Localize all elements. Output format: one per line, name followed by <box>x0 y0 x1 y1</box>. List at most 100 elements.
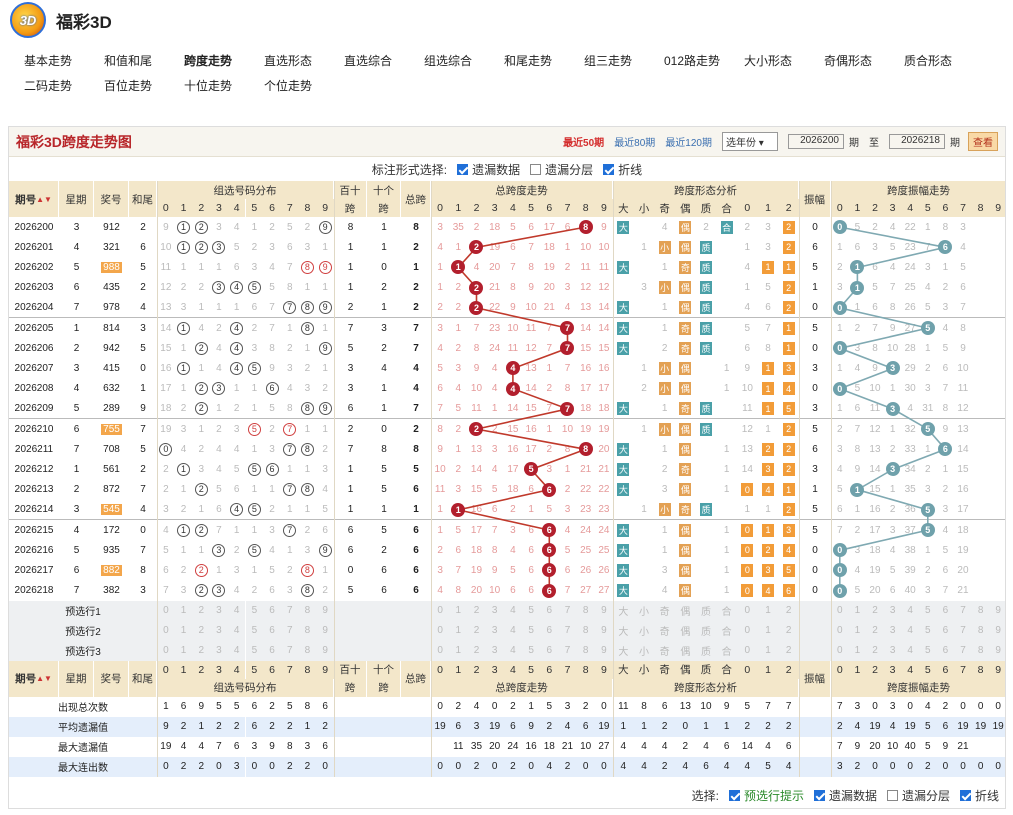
nav-item[interactable]: 奇偶形态 <box>824 52 904 77</box>
pred-zf[interactable]: 5 <box>919 620 937 641</box>
pred-zf[interactable]: 9 <box>989 620 1005 641</box>
pred-zk[interactable]: 1 <box>449 640 468 661</box>
pred-zu[interactable]: 8 <box>298 600 317 621</box>
pred-zu[interactable]: 3 <box>210 620 228 641</box>
nav-item[interactable]: 个位走势 <box>264 77 344 102</box>
pred-zu[interactable]: 7 <box>280 600 299 621</box>
pred-zu[interactable]: 0 <box>157 640 175 661</box>
pred-zk[interactable]: 4 <box>503 620 522 641</box>
pred-zf[interactable]: 2 <box>866 640 884 661</box>
nav-item[interactable]: 直选形态 <box>264 52 344 77</box>
pred-xt[interactable]: 小 <box>633 640 655 661</box>
pred-zu[interactable]: 3 <box>210 640 228 661</box>
pred-zu[interactable]: 5 <box>245 600 264 621</box>
pred-zk[interactable]: 7 <box>558 600 577 621</box>
foot-miss-layer-checkbox[interactable] <box>886 789 898 801</box>
pred-zu[interactable]: 7 <box>280 620 299 641</box>
pred-xt[interactable]: 小 <box>633 600 655 621</box>
pred-zu[interactable]: 5 <box>245 640 264 661</box>
pred-xt[interactable]: 1 <box>757 640 779 661</box>
miss-layer-checkbox[interactable] <box>530 163 542 175</box>
pred-xt[interactable]: 合 <box>716 620 737 641</box>
pred-zk[interactable]: 6 <box>540 600 559 621</box>
pred-zf[interactable]: 6 <box>936 600 955 621</box>
pred-zu[interactable]: 9 <box>316 640 334 661</box>
pred-zu[interactable]: 4 <box>227 620 246 641</box>
pred-zf[interactable]: 9 <box>989 640 1005 661</box>
pred-zk[interactable]: 3 <box>485 640 504 661</box>
pred-zk[interactable]: 9 <box>594 620 613 641</box>
pred-zf[interactable]: 1 <box>848 640 867 661</box>
pred-zk[interactable]: 9 <box>594 640 613 661</box>
pred-zk[interactable]: 9 <box>594 600 613 621</box>
nav-item[interactable]: 大小形态 <box>744 52 824 77</box>
pred-zf[interactable]: 7 <box>954 620 972 641</box>
header-qihao[interactable]: 期号 ▲▼ <box>9 181 59 217</box>
recent-120-link[interactable]: 最近120期 <box>665 134 712 149</box>
pred-zu[interactable]: 8 <box>298 640 317 661</box>
pred-zu[interactable]: 6 <box>263 620 281 641</box>
pred-xt[interactable]: 大 <box>613 620 634 641</box>
pred-zu[interactable]: 9 <box>316 600 334 621</box>
miss-data-checkbox[interactable] <box>457 163 469 175</box>
pred-xt[interactable]: 0 <box>737 600 758 621</box>
pred-zk[interactable]: 1 <box>449 620 468 641</box>
pred-xt[interactable]: 质 <box>695 600 717 621</box>
pred-zf[interactable]: 3 <box>883 600 902 621</box>
pred-zk[interactable]: 3 <box>485 620 504 641</box>
pred-zu[interactable]: 6 <box>263 600 281 621</box>
nav-item[interactable]: 组三走势 <box>584 52 664 77</box>
pred-zk[interactable]: 2 <box>467 600 486 621</box>
to-issue-input[interactable]: 2026218 <box>889 134 945 149</box>
pred-zk[interactable]: 4 <box>503 640 522 661</box>
pred-zf[interactable]: 7 <box>954 640 972 661</box>
pred-zf[interactable]: 2 <box>866 620 884 641</box>
pred-zf[interactable]: 6 <box>936 620 955 641</box>
pred-xt[interactable]: 2 <box>778 600 799 621</box>
pred-zk[interactable]: 8 <box>576 640 595 661</box>
pred-zf[interactable]: 8 <box>971 640 990 661</box>
nav-item[interactable]: 和尾走势 <box>504 52 584 77</box>
pred-zk[interactable]: 7 <box>558 640 577 661</box>
pred-xt[interactable]: 奇 <box>654 640 675 661</box>
from-issue-input[interactable]: 2026200 <box>788 134 844 149</box>
pred-zf[interactable]: 8 <box>971 620 990 641</box>
pred-zu[interactable]: 2 <box>192 620 211 641</box>
pred-zu[interactable]: 9 <box>316 620 334 641</box>
pred-zk[interactable]: 2 <box>467 620 486 641</box>
pred-zf[interactable]: 0 <box>831 620 849 641</box>
pred-xt[interactable]: 2 <box>778 640 799 661</box>
pred-zk[interactable]: 1 <box>449 600 468 621</box>
pred-zk[interactable]: 2 <box>467 640 486 661</box>
pred-xt[interactable]: 偶 <box>675 640 696 661</box>
pred-zu[interactable]: 4 <box>227 640 246 661</box>
nav-item[interactable]: 百位走势 <box>104 77 184 102</box>
nav-item[interactable]: 质合形态 <box>904 52 984 77</box>
pred-zf[interactable]: 3 <box>883 640 902 661</box>
pred-zu[interactable]: 1 <box>174 620 193 641</box>
pred-zf[interactable]: 2 <box>866 600 884 621</box>
pred-zf[interactable]: 0 <box>831 640 849 661</box>
pred-zf[interactable]: 0 <box>831 600 849 621</box>
pred-zk[interactable]: 5 <box>522 600 541 621</box>
pred-xt[interactable]: 1 <box>757 600 779 621</box>
nav-item[interactable]: 组选综合 <box>424 52 504 77</box>
pred-zf[interactable]: 4 <box>901 600 919 621</box>
pred-xt[interactable]: 0 <box>737 620 758 641</box>
pred-zu[interactable]: 2 <box>192 640 211 661</box>
pred-xt[interactable]: 偶 <box>675 620 696 641</box>
pred-xt[interactable]: 偶 <box>675 600 696 621</box>
pred-zf[interactable]: 7 <box>954 600 972 621</box>
pred-zk[interactable]: 0 <box>431 620 450 641</box>
pred-zk[interactable]: 0 <box>431 600 450 621</box>
pred-zk[interactable]: 3 <box>485 600 504 621</box>
pred-zu[interactable]: 4 <box>227 600 246 621</box>
pred-zk[interactable]: 4 <box>503 600 522 621</box>
pred-zf[interactable]: 8 <box>971 600 990 621</box>
pred-zf[interactable]: 1 <box>848 600 867 621</box>
pred-xt[interactable]: 奇 <box>654 620 675 641</box>
pred-xt[interactable]: 合 <box>716 600 737 621</box>
query-button[interactable]: 查看 <box>968 132 998 151</box>
pred-zf[interactable]: 9 <box>989 600 1005 621</box>
pred-zk[interactable]: 5 <box>522 620 541 641</box>
